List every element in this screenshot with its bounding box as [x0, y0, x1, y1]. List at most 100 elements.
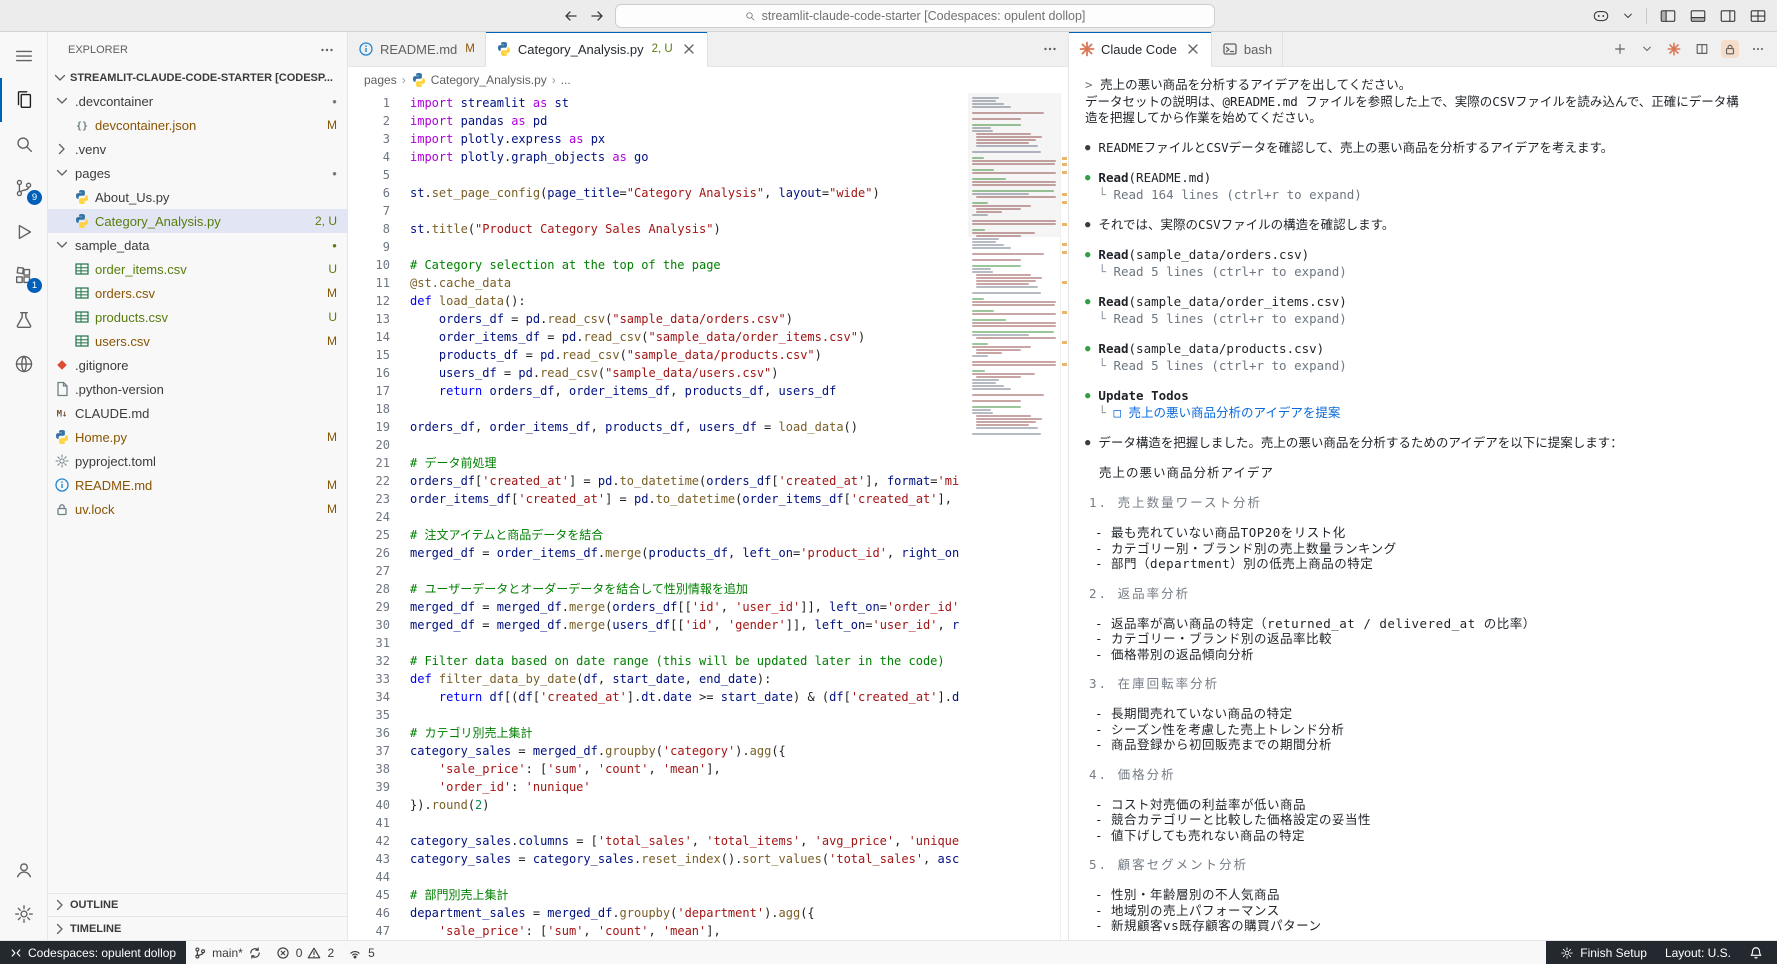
customize-layout-icon[interactable]	[1749, 7, 1767, 25]
code-line: 41	[348, 814, 968, 832]
file-item-gitignore[interactable]: .gitignore	[48, 353, 347, 377]
activity-item-testing[interactable]	[0, 298, 48, 342]
command-center[interactable]: streamlit-claude-code-starter [Codespace…	[615, 4, 1215, 28]
activity-item-settings[interactable]	[0, 892, 48, 936]
folder-item-sample-data[interactable]: sample_data●	[48, 233, 347, 257]
close-icon[interactable]	[681, 41, 697, 57]
chevron-right-icon	[52, 921, 68, 937]
chat-list-item: - 返品率が高い商品の特定（returned_at / delivered_at…	[1085, 616, 1740, 632]
file-item-category-analysis-py[interactable]: Category_Analysis.py2, U	[48, 209, 347, 233]
file-item-about-us-py[interactable]: About_Us.py	[48, 185, 347, 209]
file-item-pyproject-toml[interactable]: pyproject.toml	[48, 449, 347, 473]
titlebar-actions	[1592, 7, 1767, 25]
branch-indicator[interactable]: main*	[186, 941, 269, 964]
code-text: orders_df, order_items_df, products_df, …	[410, 418, 858, 436]
line-number: 45	[348, 886, 410, 904]
chevron-down-icon[interactable]	[1622, 10, 1634, 22]
chat-list: - 性別・年齢層別の不人気商品- 地域別の売上パフォーマンス- 新規顧客vs既存…	[1085, 887, 1740, 934]
activity-item-menu[interactable]	[0, 34, 48, 78]
code-editor[interactable]: 1import streamlit as st2import pandas as…	[348, 93, 1068, 940]
bell-icon[interactable]	[1749, 946, 1763, 960]
folder-item-devcontainer[interactable]: .devcontainer●	[48, 89, 347, 113]
code-line: 23order_items_df['created_at'] = pd.to_d…	[348, 490, 968, 508]
activity-item-search[interactable]	[0, 122, 48, 166]
close-icon[interactable]	[1185, 41, 1201, 57]
line-number: 39	[348, 778, 410, 796]
activity-item-extensions[interactable]: 1	[0, 254, 48, 298]
activity-item-source-control[interactable]: 9	[0, 166, 48, 210]
line-number: 19	[348, 418, 410, 436]
code-text: category_sales = category_sales.reset_in…	[410, 850, 959, 868]
claude-file-icon	[1079, 41, 1095, 57]
tab-label: Claude Code	[1101, 42, 1177, 57]
minimap-slider[interactable]	[968, 93, 1060, 237]
gear-icon	[1560, 946, 1574, 960]
search-icon	[13, 133, 35, 155]
lock-icon[interactable]	[1721, 40, 1739, 58]
code-line: 28# ユーザーデータとオーダーデータを結合して性別情報を追加	[348, 580, 968, 598]
workspace-root-item[interactable]: STREAMLIT-CLAUDE-CODE-STARTER [CODESP...	[48, 67, 347, 89]
tree-label: .python-version	[75, 382, 337, 397]
folder-item-pages[interactable]: pages●	[48, 161, 347, 185]
tab-claude-code[interactable]: Claude Code	[1069, 32, 1212, 67]
copilot-icon[interactable]	[1592, 7, 1610, 25]
breadcrumb-item-item[interactable]: ...	[561, 73, 571, 87]
breadcrumb-item-pages[interactable]: pages	[364, 73, 397, 87]
json-file-icon: {}	[74, 117, 90, 133]
code-area[interactable]: 1import streamlit as st2import pandas as…	[348, 93, 968, 940]
problems-indicator[interactable]: 0 2	[269, 941, 341, 964]
sidebar-section-outline[interactable]: OUTLINE	[48, 894, 347, 917]
file-item-order-items-csv[interactable]: order_items.csvU	[48, 257, 347, 281]
code-text: import streamlit as st	[410, 94, 569, 112]
tab-bash[interactable]: bash	[1212, 32, 1283, 66]
chevron-right-icon	[54, 141, 70, 157]
panel-more-actions-icon[interactable]	[1749, 40, 1767, 58]
overview-ruler[interactable]	[1060, 93, 1068, 940]
folder-item-venv[interactable]: .venv	[48, 137, 347, 161]
todo-item[interactable]: └ □ 売上の悪い商品分析のアイデアを提案	[1098, 405, 1740, 421]
toggle-secondary-sidebar-icon[interactable]	[1719, 7, 1737, 25]
tab-category-analysis-py[interactable]: Category_Analysis.py2, U	[486, 32, 708, 67]
toggle-panel-icon[interactable]	[1689, 7, 1707, 25]
editor-more-actions-icon[interactable]	[1042, 41, 1058, 57]
remote-indicator[interactable]: Codespaces: opulent dollop	[0, 941, 186, 964]
back-arrow-icon[interactable]	[563, 8, 579, 24]
claude-icon[interactable]	[1665, 40, 1683, 58]
code-text: def load_data():	[410, 292, 526, 310]
file-item-readme-md[interactable]: README.mdM	[48, 473, 347, 497]
activity-item-explorer[interactable]	[0, 78, 48, 122]
activity-item-account[interactable]	[0, 848, 48, 892]
forward-arrow-icon[interactable]	[589, 8, 605, 24]
activity-item-run-debug[interactable]	[0, 210, 48, 254]
finish-setup-button[interactable]: Finish Setup	[1560, 946, 1647, 960]
keyboard-layout-indicator[interactable]: Layout: U.S.	[1665, 946, 1731, 960]
file-item-python-version[interactable]: .python-version	[48, 377, 347, 401]
file-item-home-py[interactable]: Home.pyM	[48, 425, 347, 449]
modified-dot: ●	[332, 169, 337, 178]
file-item-claude-md[interactable]: M↓CLAUDE.md	[48, 401, 347, 425]
file-item-orders-csv[interactable]: orders.csvM	[48, 281, 347, 305]
sidebar-section-timeline[interactable]: TIMELINE	[48, 917, 347, 940]
ports-indicator[interactable]: 5	[341, 941, 382, 964]
activity-bar: 91	[0, 32, 48, 940]
file-item-uv-lock[interactable]: uv.lockM	[48, 497, 347, 521]
terminal-dropdown-icon[interactable]	[1639, 41, 1655, 57]
more-actions-icon[interactable]	[319, 42, 335, 58]
code-line: 20	[348, 436, 968, 454]
activity-item-github[interactable]	[0, 342, 48, 386]
chat-list: - コスト対売価の利益率が低い商品- 競合カテゴリーと比較した価格設定の妥当性-…	[1085, 797, 1740, 844]
info-file-icon	[358, 41, 374, 57]
tab-readme-md[interactable]: README.mdM	[348, 32, 486, 66]
file-item-users-csv[interactable]: users.csvM	[48, 329, 347, 353]
split-panel-icon[interactable]	[1693, 40, 1711, 58]
code-line: 33def filter_data_by_date(df, start_date…	[348, 670, 968, 688]
new-terminal-icon[interactable]	[1611, 40, 1629, 58]
line-number: 26	[348, 544, 410, 562]
line-number: 3	[348, 130, 410, 148]
minimap[interactable]	[968, 93, 1060, 940]
breadcrumb-item-category-analysis-py[interactable]: Category_Analysis.py	[411, 72, 547, 88]
file-item-products-csv[interactable]: products.csvU	[48, 305, 347, 329]
file-item-devcontainer-json[interactable]: {}devcontainer.jsonM	[48, 113, 347, 137]
code-line: 36# カテゴリ別売上集計	[348, 724, 968, 742]
toggle-sidebar-icon[interactable]	[1659, 7, 1677, 25]
